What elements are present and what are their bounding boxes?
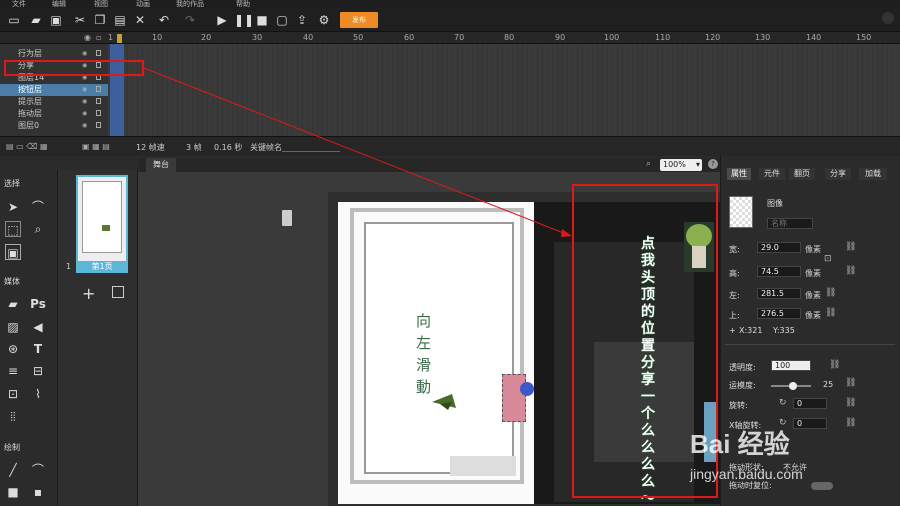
aspect-lock-icon[interactable]: ⊡ [824,254,832,264]
tab-pageflip[interactable]: 翻页 [789,168,815,180]
blur-slider[interactable] [771,382,811,390]
reset-toggle[interactable] [811,482,833,490]
link-icon[interactable]: ⛓ [825,308,836,318]
height-label: 高: [729,269,740,278]
left-label: 左: [729,291,740,300]
opacity-input[interactable]: 100 [771,360,811,371]
left-input[interactable]: 281.5 [757,288,801,299]
link-icon[interactable]: ⛓ [845,398,856,408]
tab-properties[interactable]: 属性 [727,168,751,180]
tab-load[interactable]: 加载 [859,168,887,180]
link-icon[interactable]: ⛓ [845,378,856,388]
blur-value: 25 [823,380,834,389]
watermark-brand: Bai 经验 [690,429,790,459]
link-icon[interactable]: ⛓ [845,418,856,428]
opacity-label: 透明度: [729,363,756,372]
link-icon[interactable]: ⛓ [845,266,856,276]
x-readout: X:321 [739,326,763,335]
blur-label: 运模度: [729,381,756,390]
divider [725,344,895,345]
plus-icon: + [729,326,736,335]
rotate-icon: ↻ [779,398,787,408]
image-label: 图像 [767,199,783,208]
link-icon[interactable]: ⛓ [825,288,836,298]
width-label: 宽: [729,245,740,254]
top-unit: 像素 [805,311,821,320]
rotate-label: 旋转: [729,401,748,410]
link-icon[interactable]: ⛓ [829,360,840,370]
link-icon[interactable]: ⛓ [845,242,856,252]
tab-share[interactable]: 分享 [825,168,851,180]
xaxis-input[interactable]: 0 [793,418,827,429]
height-unit: 像素 [805,269,821,278]
image-preview[interactable] [729,196,753,228]
y-readout: Y:335 [773,326,795,335]
tab-components[interactable]: 元件 [759,168,785,180]
left-unit: 像素 [805,291,821,300]
watermark-url: jingyan.baidu.com [690,466,803,482]
top-input[interactable]: 276.5 [757,308,801,319]
top-label: 上: [729,311,740,320]
width-unit: 像素 [805,245,821,254]
blur-slider-handle[interactable] [789,382,797,390]
name-field[interactable]: 名称 [767,218,813,229]
width-input[interactable]: 29.0 [757,242,801,253]
height-input[interactable]: 74.5 [757,266,801,277]
rotate-input[interactable]: 0 [793,398,827,409]
